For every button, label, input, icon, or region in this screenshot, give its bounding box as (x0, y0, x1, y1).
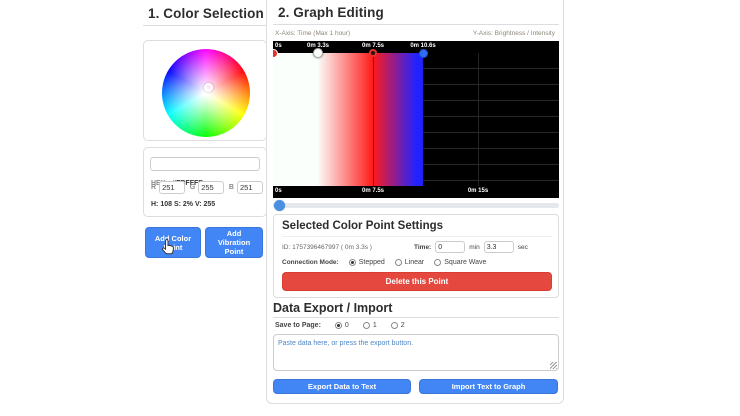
color-selection-panel: 1. Color Selection HEX: #FBFFFB R (143, 0, 267, 416)
add-vibration-point-button[interactable]: Add Vibration Point (205, 227, 263, 258)
point-marker-7-5s[interactable] (369, 49, 377, 57)
data-paste-textarea[interactable] (273, 334, 559, 371)
bottom-tick: 0m 15s (468, 188, 488, 194)
top-tick: 0s (275, 43, 282, 49)
graph-editing-panel: 2. Graph Editing X-Axis: Time (Max 1 hou… (266, 0, 564, 404)
point-id-text: ID: 1757396467997 ( 0m 3.3s ) (282, 244, 372, 251)
graph-bottom-bar: 0s 0m 7.5s 0m 15s (273, 186, 559, 198)
save-to-page-label: Save to Page: (275, 322, 321, 329)
b-label: B (229, 184, 234, 191)
x-axis-label: X-Axis: Time (Max 1 hour) (275, 30, 350, 37)
g-label: G (190, 184, 195, 191)
divider (273, 24, 559, 25)
divider (143, 25, 267, 26)
graph-zoom-slider-track[interactable] (273, 203, 559, 208)
graph-editing-title: 2. Graph Editing (278, 5, 384, 20)
sec-label: sec (518, 244, 528, 251)
delete-point-label: Delete this Point (386, 277, 449, 286)
graph-zoom-slider-handle[interactable] (274, 200, 285, 211)
radio-page-2[interactable]: 2 (391, 322, 405, 329)
export-data-label: Export Data to Text (308, 382, 376, 391)
radio-dot (363, 322, 370, 329)
delete-point-button[interactable]: Delete this Point (282, 272, 552, 291)
color-wheel-indicator[interactable] (204, 83, 213, 92)
time-min-input[interactable] (435, 241, 465, 253)
point-marker-10-6s[interactable] (419, 49, 428, 58)
divider (273, 317, 559, 318)
color-timeline-graph[interactable]: 0s 0m 3.3s 0m 7.5s 0m 10.6s 0s 0m 7.5s 0… (273, 41, 559, 198)
graph-gridline-15s (478, 53, 479, 186)
textarea-resize-grip[interactable] (550, 362, 557, 369)
radio-label: Stepped (359, 259, 385, 266)
b-input[interactable] (237, 181, 263, 194)
mouse-cursor-icon (160, 238, 178, 256)
divider (282, 236, 552, 237)
radio-label: 2 (401, 322, 405, 329)
g-input[interactable] (198, 181, 224, 194)
selected-point-settings-card: Selected Color Point Settings ID: 175739… (273, 214, 559, 298)
radio-page-0[interactable]: 0 (335, 322, 349, 329)
radio-dot (335, 322, 342, 329)
radio-dot (395, 259, 402, 266)
time-label: Time: (414, 244, 431, 251)
export-data-button[interactable]: Export Data to Text (273, 379, 411, 394)
color-selection-title: 1. Color Selection (148, 6, 264, 21)
graph-horizontal-gridlines (423, 53, 559, 186)
bottom-tick: 0m 7.5s (362, 188, 384, 194)
color-values-card: HEX: #FBFFFB R G B H: 108 S: 2% V: 255 (143, 147, 267, 217)
import-text-label: Import Text to Graph (452, 382, 526, 391)
radio-page-1[interactable]: 1 (363, 322, 377, 329)
data-export-title: Data Export / Import (273, 301, 392, 315)
radio-mode-stepped[interactable]: Stepped (349, 259, 385, 266)
radio-label: 0 (345, 322, 349, 329)
color-wheel[interactable] (162, 49, 250, 137)
radio-dot (434, 259, 441, 266)
radio-label: Square Wave (444, 259, 486, 266)
radio-label: Linear (405, 259, 424, 266)
app-root: 1. Color Selection HEX: #FBFFFB R (0, 0, 740, 416)
hsv-readout: H: 108 S: 2% V: 255 (151, 201, 215, 208)
graph-gridline-7-5s (373, 53, 374, 186)
time-sec-input[interactable] (484, 241, 514, 253)
r-label: R (151, 184, 156, 191)
bottom-tick: 0s (275, 188, 282, 194)
r-input[interactable] (159, 181, 185, 194)
y-axis-label: Y-Axis: Brightness / Intensity (473, 30, 555, 37)
min-label: min (469, 244, 479, 251)
radio-mode-linear[interactable]: Linear (395, 259, 424, 266)
point-marker-3-3s-selected[interactable] (313, 48, 323, 58)
color-wheel-card (143, 40, 267, 141)
radio-dot (349, 259, 356, 266)
color-text-input[interactable] (150, 157, 260, 171)
settings-title: Selected Color Point Settings (282, 220, 443, 232)
radio-mode-square-wave[interactable]: Square Wave (434, 259, 486, 266)
connection-mode-label: Connection Mode: (282, 259, 339, 266)
radio-label: 1 (373, 322, 377, 329)
import-text-button[interactable]: Import Text to Graph (419, 379, 558, 394)
radio-dot (391, 322, 398, 329)
add-vibration-point-label: Add Vibration Point (212, 229, 256, 256)
